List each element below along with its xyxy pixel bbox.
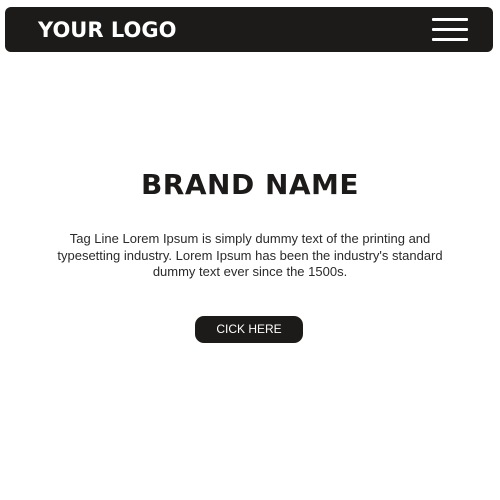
navbar: YOUR LOGO bbox=[5, 7, 493, 52]
brand-name: BRAND NAME bbox=[140, 168, 360, 201]
cta-button[interactable]: CICK HERE bbox=[195, 316, 303, 343]
hamburger-menu-icon[interactable] bbox=[432, 17, 468, 42]
logo[interactable]: YOUR LOGO bbox=[38, 17, 176, 43]
menu-icon-bar bbox=[432, 18, 468, 21]
menu-icon-bar bbox=[432, 28, 468, 31]
tagline: Tag Line Lorem Ipsum is simply dummy tex… bbox=[57, 231, 443, 279]
menu-icon-bar bbox=[432, 38, 468, 41]
